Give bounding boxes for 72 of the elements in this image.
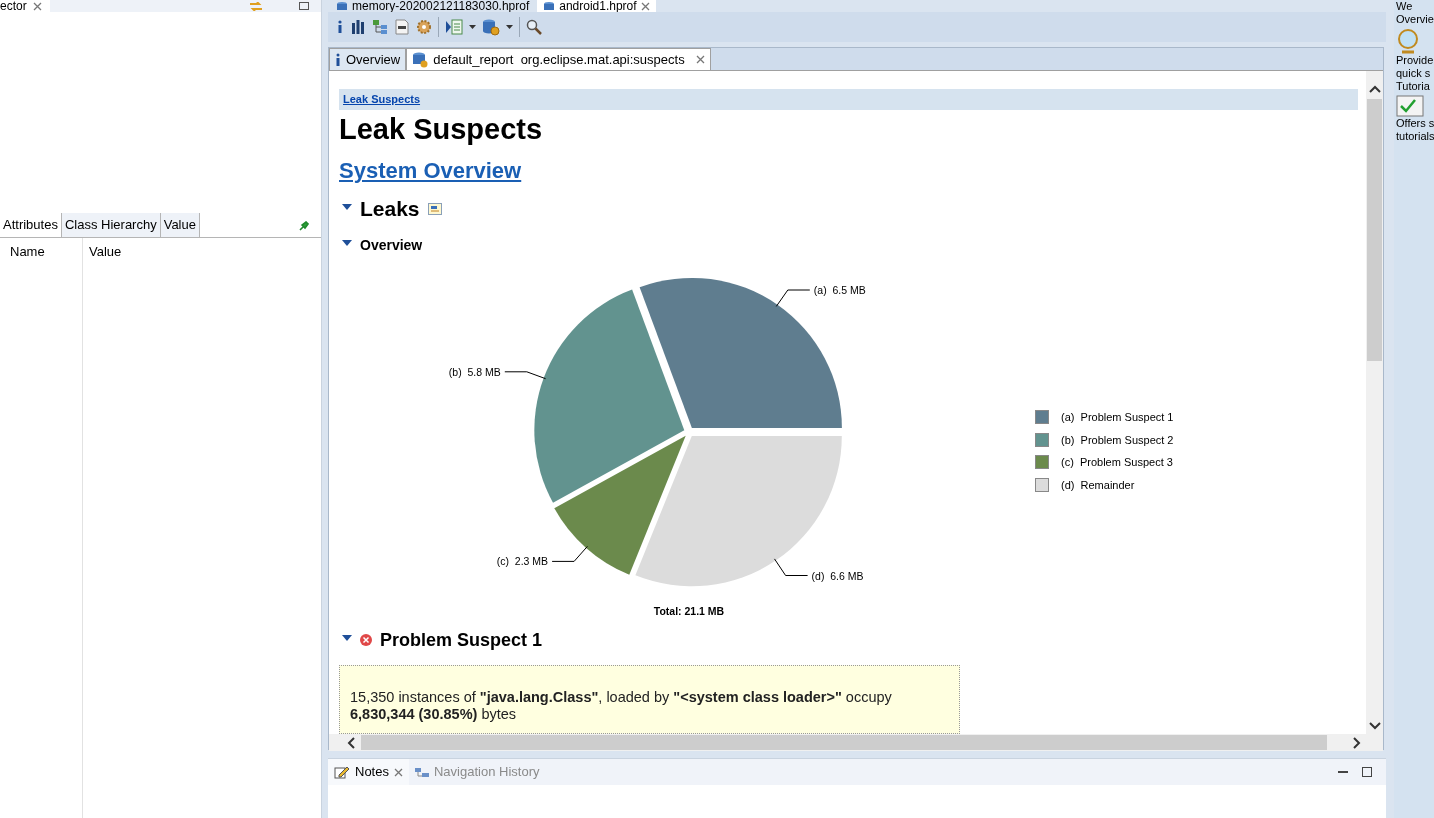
data-label: (d) 6.6 MB — [811, 569, 864, 582]
maximize-icon[interactable] — [1362, 767, 1372, 777]
history-icon — [414, 766, 429, 778]
error-icon — [360, 634, 372, 646]
scroll-down-button[interactable] — [1368, 722, 1381, 730]
data-label: (c) 2.3 MB — [496, 555, 549, 568]
scroll-right-button[interactable] — [1353, 736, 1361, 749]
search-icon[interactable] — [526, 19, 542, 35]
pin-icon[interactable] — [299, 221, 309, 231]
panel-tab[interactable]: Notes — [328, 759, 409, 785]
side-text: Overvie — [1396, 13, 1434, 26]
caret-icon[interactable] — [469, 25, 476, 29]
close-icon[interactable] — [695, 55, 705, 64]
scroll-up-button[interactable] — [1368, 85, 1381, 93]
info-icon — [335, 53, 341, 66]
horizontal-scrollbar[interactable] — [329, 734, 1383, 751]
globe-icon — [1396, 28, 1420, 54]
leader-line — [504, 371, 547, 380]
side-text: Tutoria — [1396, 80, 1431, 93]
leader-line — [774, 558, 809, 576]
database-gear-icon — [412, 51, 429, 68]
suspect-description: 15,350 instances of "java.lang.Class", loaded by "<system class loader>" occupy 6,830,344 (30.85%) bytes — [350, 689, 893, 723]
query-icon[interactable] — [394, 19, 410, 35]
side-text: Offers s — [1396, 117, 1434, 130]
scrollbar-thumb[interactable] — [1367, 99, 1382, 361]
chart-total: Total: 21.1 MB — [653, 605, 725, 617]
scrollbar-thumb[interactable] — [361, 735, 1327, 750]
side-text: Provide — [1396, 54, 1434, 67]
report-tab[interactable]: default_report org.eclipse.mat.api:suspects — [406, 48, 711, 70]
close-icon[interactable] — [640, 1, 650, 11]
notes-icon — [334, 765, 350, 779]
legend-label: (b) Problem Suspect 2 — [1061, 432, 1174, 448]
bar-chart-icon[interactable] — [350, 19, 366, 35]
caret-icon[interactable] — [506, 25, 513, 29]
side-text: We — [1396, 0, 1414, 13]
info-icon[interactable] — [336, 20, 344, 34]
minimize-icon[interactable] — [1338, 770, 1348, 774]
column-header[interactable]: Name — [10, 244, 45, 259]
system-overview-link[interactable]: System Overview — [339, 158, 522, 183]
report-tab[interactable]: Overview — [329, 48, 407, 70]
data-label: (a) 6.5 MB — [813, 284, 866, 296]
tab[interactable]: Attributes — [0, 213, 62, 237]
leader-line — [775, 289, 811, 307]
report-icon[interactable] — [445, 19, 463, 35]
vertical-scrollbar[interactable] — [1366, 71, 1383, 734]
breadcrumb-link[interactable]: Leak Suspects — [343, 91, 421, 108]
legend-label: (d) Remainder — [1061, 477, 1135, 493]
details-icon — [427, 203, 442, 215]
gear-icon[interactable] — [416, 19, 432, 35]
leader-line — [551, 545, 588, 562]
database-gear-icon[interactable] — [482, 18, 500, 36]
side-text: quick s — [1396, 67, 1432, 80]
tab[interactable]: Class Hierarchy — [61, 213, 161, 237]
editor-tab[interactable]: android1.hprof — [537, 0, 656, 12]
database-icon — [543, 1, 556, 11]
side-text: tutorials — [1396, 130, 1434, 143]
page-title: Leak Suspects — [339, 112, 544, 146]
section-heading: Leaks — [360, 196, 420, 222]
close-icon[interactable] — [32, 1, 42, 11]
tree-icon[interactable] — [372, 19, 388, 35]
section-heading: Problem Suspect 1 — [380, 629, 543, 651]
legend-label: (a) Problem Suspect 1 — [1061, 410, 1174, 425]
maximize-icon[interactable] — [299, 2, 309, 10]
section-heading: Overview — [360, 236, 423, 254]
legend-label: (c) Problem Suspect 3 — [1061, 455, 1173, 470]
scroll-left-button[interactable] — [347, 736, 355, 749]
data-label: (b) 5.8 MB — [448, 365, 501, 378]
column-header[interactable]: Value — [89, 244, 122, 259]
tab[interactable]: Value — [160, 213, 200, 237]
close-icon[interactable] — [393, 767, 403, 777]
database-icon — [336, 1, 348, 11]
checklist-icon — [1396, 95, 1424, 117]
